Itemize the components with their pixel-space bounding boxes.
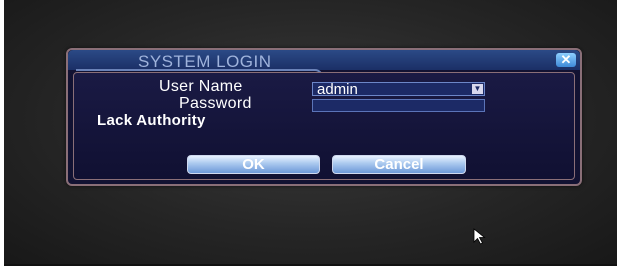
- password-field[interactable]: [312, 99, 485, 112]
- status-message: Lack Authority: [97, 112, 206, 129]
- mouse-pointer-icon: [473, 228, 486, 245]
- close-button[interactable]: ✕: [556, 53, 576, 67]
- login-dialog: SYSTEM LOGIN ✕ User Name admin ▼ Passwor…: [66, 48, 582, 186]
- cancel-button[interactable]: Cancel: [332, 155, 466, 174]
- title-bar: SYSTEM LOGIN ✕: [68, 50, 580, 71]
- user-name-select[interactable]: admin ▼: [312, 81, 485, 98]
- login-form: User Name admin ▼ Password Lack Authorit…: [73, 72, 575, 180]
- ok-button[interactable]: OK: [187, 155, 320, 174]
- user-name-label: User Name: [159, 78, 243, 95]
- monitor-screen: SYSTEM LOGIN ✕ User Name admin ▼ Passwor…: [4, 0, 617, 266]
- chevron-down-icon[interactable]: ▼: [472, 84, 483, 94]
- password-label: Password: [179, 95, 252, 112]
- user-name-value: admin: [317, 81, 358, 98]
- close-icon: ✕: [560, 52, 572, 67]
